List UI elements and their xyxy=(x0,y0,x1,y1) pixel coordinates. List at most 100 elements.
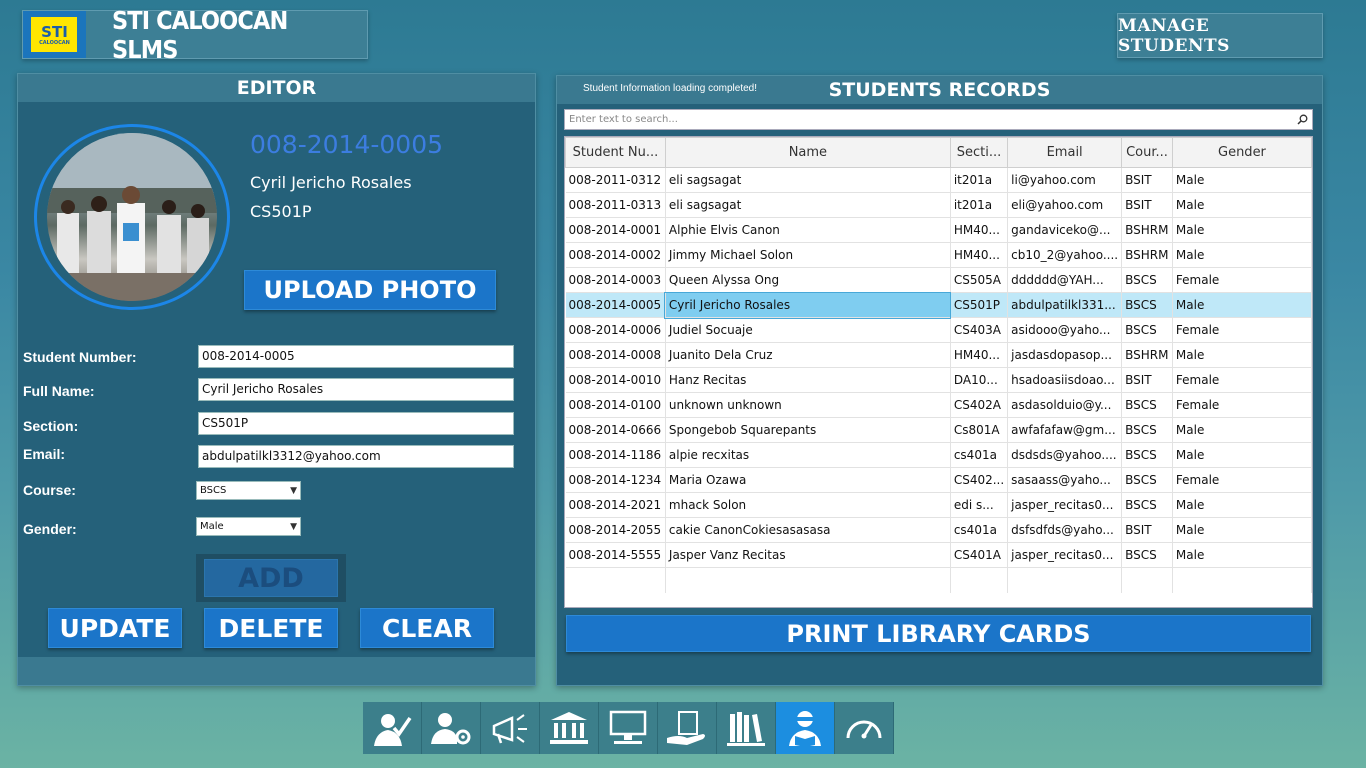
table-cell[interactable]: CS403A xyxy=(950,317,1009,343)
toolbar-item-students[interactable] xyxy=(776,702,835,754)
table-cell[interactable]: 008-2014-0008 xyxy=(565,342,666,368)
table-cell[interactable]: 008-2014-1186 xyxy=(565,442,666,468)
table-row[interactable]: 008-2014-0006 Judiel Socuaje CS403A asidooo… xyxy=(565,317,1312,343)
table-cell[interactable]: 008-2014-0100 xyxy=(565,392,666,418)
table-cell[interactable]: Female xyxy=(1172,267,1312,293)
clear-button[interactable]: CLEAR xyxy=(360,608,494,648)
table-cell[interactable]: jasdasdopasop... xyxy=(1007,342,1123,368)
table-cell[interactable]: BSCS xyxy=(1121,492,1173,518)
table-cell[interactable]: CS501P xyxy=(950,292,1009,318)
table-cell[interactable]: BSIT xyxy=(1121,367,1173,393)
table-cell[interactable]: jasper_recitas0... xyxy=(1007,542,1123,568)
table-cell[interactable]: 008-2014-0005 xyxy=(565,292,666,318)
table-cell[interactable]: Juanito Dela Cruz xyxy=(665,342,951,368)
table-cell[interactable]: dsfsdfds@yaho... xyxy=(1007,517,1123,543)
table-cell[interactable]: dddddd@YAH... xyxy=(1007,267,1123,293)
email-input[interactable]: abdulpatilkl3312@yahoo.com xyxy=(198,445,514,468)
table-cell[interactable]: 008-2014-2055 xyxy=(565,517,666,543)
table-cell[interactable]: 008-2014-0001 xyxy=(565,217,666,243)
table-row[interactable]: 008-2014-0008 Juanito Dela Cruz HM40... jas… xyxy=(565,342,1312,368)
table-cell[interactable]: it201a xyxy=(950,167,1009,193)
table-row[interactable]: 008-2014-0010 Hanz Recitas DA10... hsadoasi… xyxy=(565,367,1312,393)
table-cell[interactable]: BSIT xyxy=(1121,517,1173,543)
table-cell[interactable]: 008-2014-0666 xyxy=(565,417,666,443)
table-cell[interactable]: Cs801A xyxy=(950,417,1009,443)
student-number-input[interactable]: 008-2014-0005 xyxy=(198,345,514,368)
column-header[interactable]: Student Nu... xyxy=(565,137,666,168)
table-cell[interactable]: asidooo@yaho... xyxy=(1007,317,1123,343)
table-row[interactable]: 008-2014-0666 Spongebob Squarepants Cs801A… xyxy=(565,417,1312,443)
table-row[interactable]: 008-2014-2055 cakie CanonCokiesasasasa cs4… xyxy=(565,517,1312,543)
table-cell[interactable]: 008-2014-1234 xyxy=(565,467,666,493)
table-cell[interactable]: CS505A xyxy=(950,267,1009,293)
table-cell[interactable]: Female xyxy=(1172,367,1312,393)
toolbar-item-dashboard[interactable] xyxy=(835,702,894,754)
table-cell[interactable]: gandaviceko@... xyxy=(1007,217,1123,243)
table-cell[interactable]: Male xyxy=(1172,542,1312,568)
course-select[interactable]: BSCS ▼ xyxy=(196,481,301,500)
table-cell[interactable]: CS402A xyxy=(950,392,1009,418)
upload-photo-button[interactable]: UPLOAD PHOTO xyxy=(244,270,496,310)
table-cell[interactable]: asdasolduio@y... xyxy=(1007,392,1123,418)
toolbar-item-library[interactable] xyxy=(540,702,599,754)
add-button[interactable]: ADD xyxy=(204,559,338,597)
table-cell[interactable]: Male xyxy=(1172,517,1312,543)
table-cell[interactable]: cb10_2@yahoo.... xyxy=(1007,242,1123,268)
table-cell[interactable]: abdulpatilkl331... xyxy=(1007,292,1123,318)
table-row[interactable]: 008-2011-0312 eli sagsagat it201a li@yahoo.… xyxy=(565,167,1312,193)
table-cell[interactable]: Female xyxy=(1172,467,1312,493)
table-cell[interactable]: edi s... xyxy=(950,492,1009,518)
full-name-input[interactable]: Cyril Jericho Rosales xyxy=(198,378,514,401)
table-row[interactable]: 008-2011-0313 eli sagsagat it201a eli@yahoo… xyxy=(565,192,1312,218)
table-cell[interactable]: BSCS xyxy=(1121,317,1173,343)
column-header[interactable]: Email xyxy=(1007,137,1123,168)
table-cell[interactable]: BSIT xyxy=(1121,167,1173,193)
delete-button[interactable]: DELETE xyxy=(204,608,338,648)
table-cell[interactable]: BSCS xyxy=(1121,467,1173,493)
toolbar-item-borrow[interactable] xyxy=(658,702,717,754)
table-cell[interactable]: BSHRM xyxy=(1121,342,1173,368)
table-cell[interactable]: HM40... xyxy=(950,217,1009,243)
table-row[interactable]: 008-2014-0005 Cyril Jericho Rosales CS501P… xyxy=(565,291,1312,319)
table-cell[interactable]: BSIT xyxy=(1121,192,1173,218)
table-cell[interactable]: BSCS xyxy=(1121,542,1173,568)
toolbar-item-user-settings[interactable] xyxy=(422,702,481,754)
table-cell[interactable]: BSCS xyxy=(1121,292,1173,318)
table-cell[interactable]: Cyril Jericho Rosales xyxy=(664,291,952,319)
print-library-cards-button[interactable]: PRINT LIBRARY CARDS xyxy=(566,615,1311,652)
table-cell[interactable]: BSHRM xyxy=(1121,217,1173,243)
table-cell[interactable]: CS402... xyxy=(950,467,1009,493)
table-cell[interactable]: eli sagsagat xyxy=(665,167,951,193)
section-input[interactable]: CS501P xyxy=(198,412,514,435)
table-cell[interactable]: 008-2011-0313 xyxy=(565,192,666,218)
table-cell[interactable]: Queen Alyssa Ong xyxy=(665,267,951,293)
table-cell[interactable]: HM40... xyxy=(950,242,1009,268)
table-cell[interactable]: mhack Solon xyxy=(665,492,951,518)
table-row[interactable]: 008-2014-0100 unknown unknown CS402A asdaso… xyxy=(565,392,1312,418)
update-button[interactable]: UPDATE xyxy=(48,608,182,648)
table-cell[interactable]: Male xyxy=(1172,192,1312,218)
column-header[interactable]: Cour... xyxy=(1121,137,1173,168)
column-header[interactable]: Gender xyxy=(1171,137,1312,168)
table-cell[interactable]: Female xyxy=(1172,317,1312,343)
table-cell[interactable]: unknown unknown xyxy=(665,392,951,418)
toolbar-item-announcements[interactable] xyxy=(481,702,540,754)
table-row[interactable]: 008-2014-2021 mhack Solon edi s... jasper_r… xyxy=(565,492,1312,518)
table-row[interactable]: 008-2014-1234 Maria Ozawa CS402... sasaass@… xyxy=(565,467,1312,493)
table-cell[interactable]: dsdsds@yahoo.... xyxy=(1007,442,1123,468)
table-cell[interactable]: eli@yahoo.com xyxy=(1007,192,1123,218)
table-cell[interactable]: 008-2014-0010 xyxy=(565,367,666,393)
table-cell[interactable]: CS401A xyxy=(950,542,1009,568)
toolbar-item-computer[interactable] xyxy=(599,702,658,754)
table-cell[interactable]: cs401a xyxy=(950,442,1009,468)
table-cell[interactable]: 008-2011-0312 xyxy=(565,167,666,193)
table-cell[interactable]: Jimmy Michael Solon xyxy=(665,242,951,268)
table-cell[interactable]: 008-2014-0003 xyxy=(565,267,666,293)
table-cell[interactable]: 008-2014-2021 xyxy=(565,492,666,518)
table-cell[interactable]: BSCS xyxy=(1121,442,1173,468)
table-cell[interactable]: Hanz Recitas xyxy=(665,367,951,393)
table-cell[interactable]: eli sagsagat xyxy=(665,192,951,218)
table-cell[interactable]: Male xyxy=(1172,417,1312,443)
table-row[interactable]: 008-2014-1186 alpie recxitas cs401a dsdsds@… xyxy=(565,442,1312,468)
table-row[interactable]: 008-2014-0001 Alphie Elvis Canon HM40... ga… xyxy=(565,217,1312,243)
